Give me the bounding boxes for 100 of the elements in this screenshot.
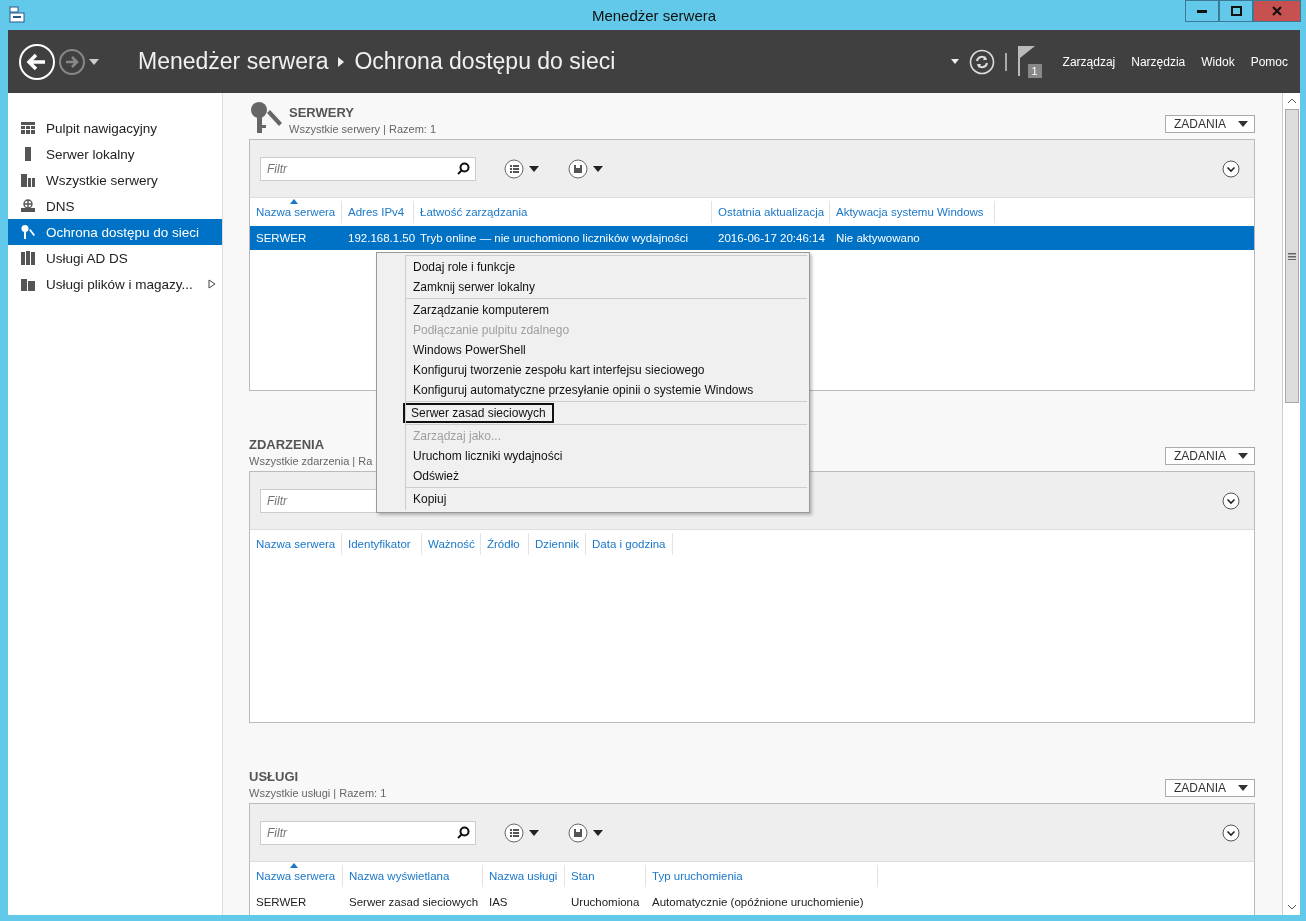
- sidebar-item[interactable]: DNS: [8, 193, 222, 219]
- menu-item[interactable]: Uruchom liczniki wydajności: [405, 446, 571, 466]
- table-row[interactable]: SERWER Serwer zasad sieciowych IAS Uruchomiona Automatycznie (opóźnione uruchomienie): [250, 890, 1254, 914]
- list-options-button[interactable]: [504, 821, 542, 844]
- section-subtitle: Wszystkie usługi | Razem: 1: [249, 787, 387, 799]
- column-header[interactable]: Nazwa usługi: [483, 865, 565, 887]
- sidebar-item[interactable]: Serwer lokalny: [8, 141, 222, 167]
- globe-server-icon: [20, 198, 36, 214]
- servers-icon: [20, 172, 36, 188]
- caret-icon[interactable]: [88, 57, 100, 66]
- table-cell-text: IAS: [488, 896, 509, 908]
- caret-icon: [1238, 121, 1248, 127]
- storage-icon: [20, 276, 36, 292]
- column-header[interactable]: Ostatnia aktualizacja: [712, 201, 830, 223]
- sidebar-item[interactable]: Wszystkie serwery: [8, 167, 222, 193]
- menu-item[interactable]: Narzędzia: [1131, 54, 1186, 69]
- forward-icon[interactable]: [58, 47, 86, 76]
- search-icon: [457, 825, 470, 839]
- save-query-button[interactable]: [568, 157, 606, 180]
- menu-item[interactable]: Konfiguruj tworzenie zespołu kart interfejsu sieciowego: [405, 360, 713, 380]
- column-header[interactable]: Łatwość zarządzania: [414, 201, 712, 223]
- menu-item[interactable]: Serwer zasad sieciowych: [403, 403, 554, 423]
- expand-icon[interactable]: [1222, 491, 1240, 510]
- column-header[interactable]: Aktywacja systemu Windows: [830, 201, 995, 223]
- menu-item[interactable]: Pomoc: [1250, 54, 1288, 69]
- menu-item[interactable]: Windows PowerShell: [405, 340, 534, 360]
- back-icon[interactable]: [18, 42, 56, 81]
- section-title: ZDARZENIA: [249, 437, 326, 452]
- menu-item[interactable]: Zamknij serwer lokalny: [405, 277, 544, 297]
- caret-icon[interactable]: [950, 59, 959, 64]
- caret-icon: [1238, 785, 1248, 791]
- minimize-button[interactable]: [1185, 0, 1219, 22]
- minimize-icon: [1197, 9, 1207, 13]
- table-cell-text: Serwer zasad sieciowych: [348, 896, 480, 908]
- tasks-dropdown[interactable]: ZADANIA: [1165, 447, 1255, 465]
- sidebar-item[interactable]: Pulpit nawigacyjny: [8, 115, 222, 141]
- notification-badge: 1: [1027, 63, 1042, 78]
- menu-item[interactable]: Kopiuj: [405, 489, 455, 509]
- expand-arrow-icon[interactable]: [208, 279, 216, 289]
- breadcrumb-arrow-icon: [338, 56, 345, 67]
- menu-item[interactable]: Zarządzanie komputerem: [405, 300, 558, 320]
- table-cell-text: 192.168.1.50: [347, 232, 414, 244]
- grid-icon: [20, 120, 36, 136]
- menu-item[interactable]: Dodaj role i funkcje: [405, 257, 524, 277]
- window-title: Menedżer serwera: [591, 6, 717, 24]
- column-header[interactable]: Identyfikator: [342, 533, 422, 555]
- menu-item[interactable]: Widok: [1201, 54, 1235, 69]
- column-header[interactable]: Nazwa serwera: [250, 865, 343, 887]
- expand-icon[interactable]: [1222, 823, 1240, 842]
- filter-field[interactable]: Filtr: [260, 156, 476, 181]
- menu-item[interactable]: Odśwież: [405, 466, 467, 486]
- sidebar-item[interactable]: Usługi plików i magazy...: [8, 271, 222, 297]
- flag-icon[interactable]: [1016, 43, 1037, 78]
- caret-icon: [1238, 453, 1248, 459]
- column-header[interactable]: Nazwa wyświetlana: [343, 865, 483, 887]
- list-options-button[interactable]: [504, 157, 542, 180]
- section-subtitle: Wszystkie serwery | Razem: 1: [289, 123, 437, 135]
- close-button[interactable]: [1253, 0, 1301, 22]
- scroll-thumb[interactable]: [1284, 109, 1299, 403]
- maximize-button[interactable]: [1219, 0, 1253, 22]
- table-cell-text: Tryb online — nie uruchomiono liczników wydajności: [419, 232, 690, 244]
- search-icon: [457, 161, 470, 175]
- table-cell-text: SERWER: [255, 896, 308, 908]
- column-header[interactable]: Typ uruchomienia: [646, 865, 878, 887]
- breadcrumb-item: Ochrona dostępu do sieci: [354, 48, 616, 75]
- expand-icon[interactable]: [1222, 159, 1240, 178]
- column-header[interactable]: Adres IPv4: [342, 201, 414, 223]
- scrollbar[interactable]: [1282, 93, 1300, 915]
- save-query-button[interactable]: [568, 821, 606, 844]
- grip-icon: [1287, 252, 1296, 260]
- section-title: SERWERY: [289, 105, 355, 120]
- column-header[interactable]: Ważność: [422, 533, 481, 555]
- table-row[interactable]: SERWER 192.168.1.50 Tryb online — nie uruchomiono liczników wydajności 2016-06-17 20:46:14 Nie aktywowano: [250, 226, 1254, 250]
- section-subtitle: Wszystkie zdarzenia | Ra: [249, 455, 373, 467]
- table-cell-text: Nie aktywowano: [835, 232, 921, 244]
- table-cell-text: Uruchomiona: [570, 896, 641, 908]
- tasks-dropdown[interactable]: ZADANIA: [1165, 779, 1255, 797]
- filter-field[interactable]: Filtr: [260, 820, 476, 845]
- column-header[interactable]: Data i godzina: [586, 533, 673, 555]
- table-cell-text: SERWER: [255, 232, 308, 244]
- refresh-icon[interactable]: [968, 48, 995, 75]
- building-icon: [20, 250, 36, 266]
- column-header[interactable]: Stan: [565, 865, 646, 887]
- sidebar-item[interactable]: Usługi AD DS: [8, 245, 222, 271]
- close-icon: [1272, 6, 1282, 16]
- breadcrumb-item[interactable]: Menedżer serwera: [138, 48, 329, 75]
- app-icon: [8, 6, 26, 24]
- column-header[interactable]: Nazwa serwera: [250, 533, 342, 555]
- column-header[interactable]: Źródło: [481, 533, 529, 555]
- column-header[interactable]: Nazwa serwera: [250, 201, 342, 223]
- menu-item[interactable]: Konfiguruj automatyczne przesyłanie opinii o systemie Windows: [405, 380, 762, 400]
- column-header[interactable]: Dziennik: [529, 533, 586, 555]
- menu-item[interactable]: Zarządzaj: [1062, 54, 1116, 69]
- section-title: USŁUGI: [249, 769, 300, 784]
- sidebar-item[interactable]: Ochrona dostępu do sieci: [8, 219, 222, 245]
- maximize-icon: [1230, 6, 1242, 16]
- keys-icon: [20, 224, 36, 240]
- table-cell-text: Automatycznie (opóźnione uruchomienie): [651, 896, 865, 908]
- tasks-dropdown[interactable]: ZADANIA: [1165, 115, 1255, 133]
- table-cell-text: 2016-06-17 20:46:14: [717, 232, 826, 244]
